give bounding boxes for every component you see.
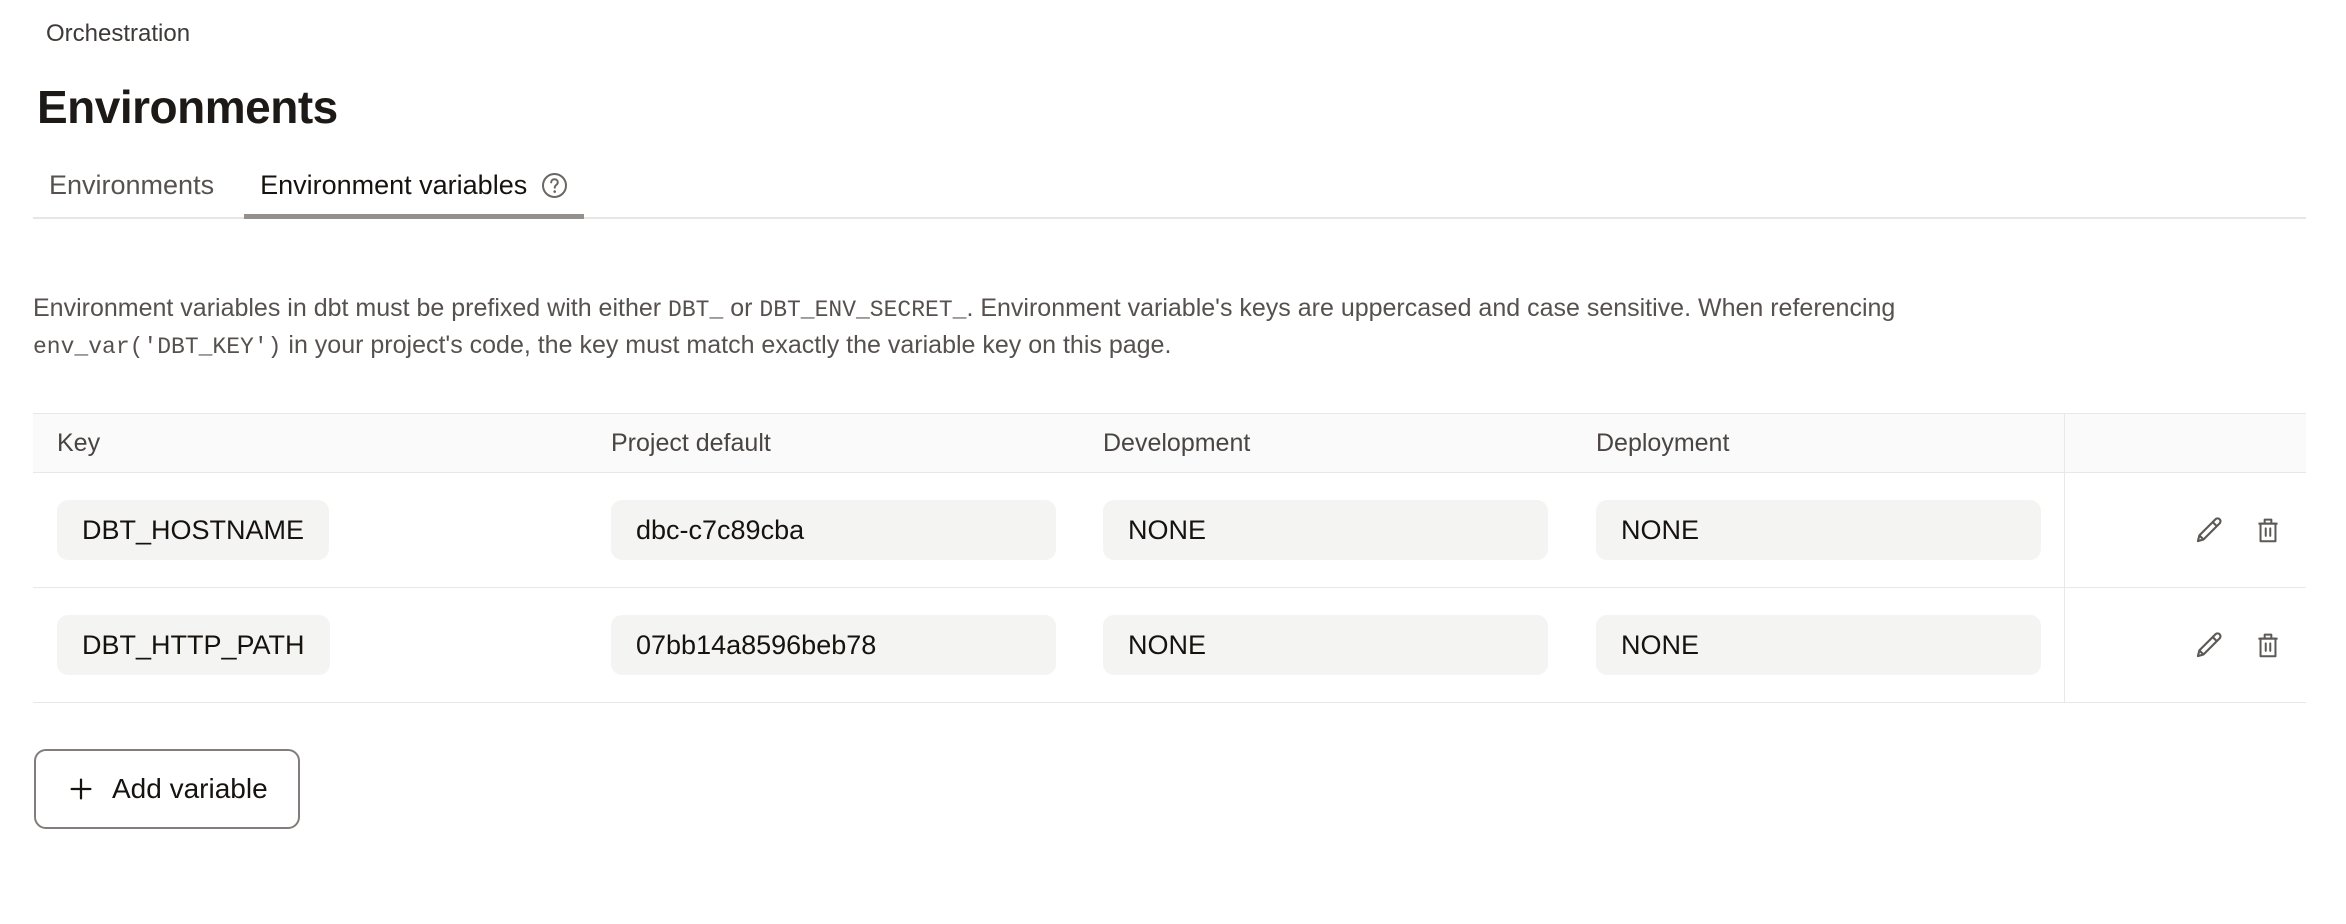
description-text: in your project's code, the key must mat… bbox=[281, 331, 1171, 359]
deployment-cell: NONE bbox=[1596, 588, 2064, 702]
tab-bar: Environments Environment variables bbox=[33, 170, 2306, 219]
development-value: NONE bbox=[1103, 500, 1548, 560]
column-header-development: Development bbox=[1103, 414, 1596, 472]
column-header-actions bbox=[2064, 414, 2306, 472]
deployment-cell: NONE bbox=[1596, 473, 2064, 587]
edit-variable-button[interactable] bbox=[2192, 513, 2226, 547]
plus-icon bbox=[66, 774, 96, 804]
delete-variable-button[interactable] bbox=[2252, 628, 2284, 662]
project-default-value: 07bb14a8596beb78 bbox=[611, 615, 1056, 675]
tab-environments-label: Environments bbox=[49, 170, 214, 201]
tab-environment-variables-label: Environment variables bbox=[260, 170, 527, 201]
table-header-row: Key Project default Development Deployme… bbox=[33, 414, 2306, 473]
pencil-icon bbox=[2192, 628, 2226, 662]
description: Environment variables in dbt must be pre… bbox=[33, 291, 2123, 365]
tab-environments[interactable]: Environments bbox=[33, 170, 230, 217]
deployment-value: NONE bbox=[1596, 500, 2041, 560]
page-title: Environments bbox=[37, 80, 2306, 134]
project-default-value: dbc-c7c89cba bbox=[611, 500, 1056, 560]
add-variable-button[interactable]: Add variable bbox=[34, 749, 300, 829]
trash-icon bbox=[2252, 513, 2284, 547]
code-env-var: env_var('DBT_KEY') bbox=[33, 334, 281, 360]
help-icon[interactable] bbox=[541, 172, 568, 199]
row-actions bbox=[2064, 473, 2306, 587]
add-variable-label: Add variable bbox=[112, 773, 268, 805]
environment-variables-page: Orchestration Environments Environments … bbox=[0, 0, 2346, 829]
key-cell: DBT_HTTP_PATH bbox=[33, 588, 611, 702]
table-row: DBT_HTTP_PATH 07bb14a8596beb78 NONE NONE bbox=[33, 588, 2306, 703]
pencil-icon bbox=[2192, 513, 2226, 547]
column-header-key: Key bbox=[33, 414, 611, 472]
code-dbt-prefix: DBT_ bbox=[668, 297, 723, 323]
development-cell: NONE bbox=[1103, 588, 1596, 702]
trash-icon bbox=[2252, 628, 2284, 662]
table-row: DBT_HOSTNAME dbc-c7c89cba NONE NONE bbox=[33, 473, 2306, 588]
column-header-project-default: Project default bbox=[611, 414, 1103, 472]
development-value: NONE bbox=[1103, 615, 1548, 675]
deployment-value: NONE bbox=[1596, 615, 2041, 675]
description-text: Environment variables in dbt must be pre… bbox=[33, 294, 668, 322]
development-cell: NONE bbox=[1103, 473, 1596, 587]
code-dbt-env-secret-prefix: DBT_ENV_SECRET_ bbox=[759, 297, 966, 323]
env-variables-table: Key Project default Development Deployme… bbox=[33, 413, 2306, 703]
description-text: . Environment variable's keys are upperc… bbox=[966, 294, 1895, 322]
tab-environment-variables[interactable]: Environment variables bbox=[244, 170, 584, 217]
row-actions bbox=[2064, 588, 2306, 702]
column-header-deployment: Deployment bbox=[1596, 414, 2064, 472]
key-value: DBT_HOSTNAME bbox=[57, 500, 329, 560]
delete-variable-button[interactable] bbox=[2252, 513, 2284, 547]
description-text: or bbox=[723, 294, 759, 322]
breadcrumb: Orchestration bbox=[46, 20, 2306, 48]
project-default-cell: dbc-c7c89cba bbox=[611, 473, 1103, 587]
edit-variable-button[interactable] bbox=[2192, 628, 2226, 662]
key-cell: DBT_HOSTNAME bbox=[33, 473, 611, 587]
project-default-cell: 07bb14a8596beb78 bbox=[611, 588, 1103, 702]
key-value: DBT_HTTP_PATH bbox=[57, 615, 330, 675]
